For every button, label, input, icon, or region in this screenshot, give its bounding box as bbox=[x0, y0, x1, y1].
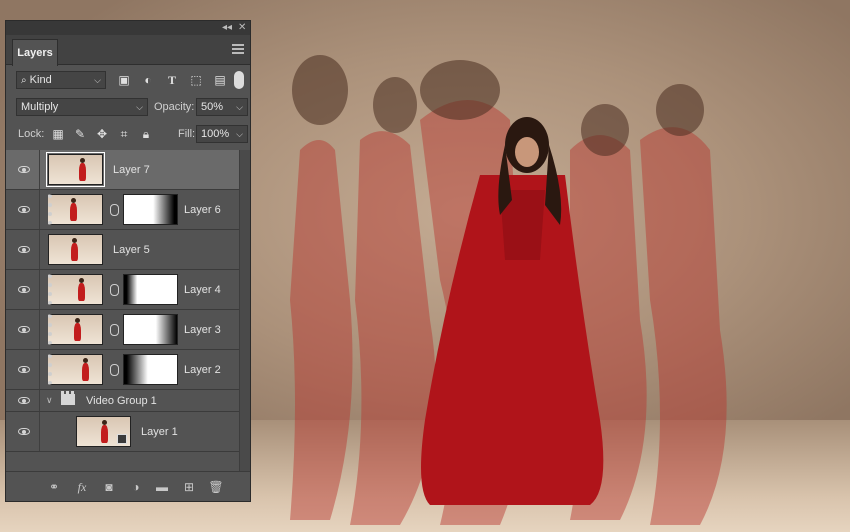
layer-name[interactable]: Layer 5 bbox=[113, 243, 150, 257]
visibility-toggle[interactable] bbox=[6, 230, 40, 269]
lock-all-icon[interactable]: 🔒︎ bbox=[138, 126, 154, 142]
adjustment-filter-icon[interactable]: ◐ bbox=[140, 72, 156, 88]
link-icon[interactable] bbox=[110, 364, 119, 376]
smart-object-filter-icon[interactable]: ▤ bbox=[212, 72, 228, 88]
visibility-toggle[interactable] bbox=[6, 390, 40, 411]
layer-list: Layer 7 Layer 6 Layer 5 Layer 4 Layer 3 … bbox=[6, 150, 241, 452]
visibility-toggle[interactable] bbox=[6, 270, 40, 309]
video-group-row[interactable]: ∨ Video Group 1 bbox=[6, 390, 241, 412]
group-name[interactable]: Video Group 1 bbox=[86, 394, 157, 408]
visibility-toggle[interactable] bbox=[6, 190, 40, 229]
filter-kind-select[interactable]: ⌕ Kind ⌵ bbox=[16, 71, 106, 89]
chevron-down-icon: ⌵ bbox=[236, 129, 243, 139]
layer-name[interactable]: Layer 1 bbox=[141, 425, 178, 439]
eye-icon bbox=[18, 325, 30, 333]
panel-bottom-toolbar: ⚭ fx ◙ ◑ ▬ ⊞ 🗑︎ bbox=[6, 471, 250, 501]
link-icon[interactable] bbox=[110, 204, 119, 216]
layer-name[interactable]: Layer 7 bbox=[113, 163, 150, 177]
layer-name[interactable]: Layer 3 bbox=[184, 323, 221, 337]
eye-icon bbox=[18, 285, 30, 293]
lock-image-brush-icon[interactable]: ✎ bbox=[72, 126, 88, 142]
search-icon: ⌕ bbox=[21, 75, 27, 86]
opacity-value: 50% bbox=[201, 101, 224, 113]
layer-row-7[interactable]: Layer 7 bbox=[6, 150, 241, 190]
visibility-toggle[interactable] bbox=[6, 150, 40, 189]
chevron-down-icon: ⌵ bbox=[94, 75, 101, 85]
lock-position-icon[interactable]: ✥ bbox=[94, 126, 110, 142]
layer-name[interactable]: Layer 4 bbox=[184, 283, 221, 297]
chevron-down-icon: ⌵ bbox=[136, 102, 143, 112]
layer-list-scrollbar[interactable] bbox=[239, 150, 250, 472]
layer-name[interactable]: Layer 6 bbox=[184, 203, 221, 217]
new-group-icon[interactable]: ▬ bbox=[154, 479, 170, 495]
layer-row-3[interactable]: Layer 3 bbox=[6, 310, 241, 350]
opacity-field[interactable]: 50% ⌵ bbox=[196, 98, 248, 116]
layer-row-5[interactable]: Layer 5 bbox=[6, 230, 241, 270]
lock-label: Lock: bbox=[18, 128, 45, 140]
filter-kind-label: Kind bbox=[29, 74, 52, 86]
collapse-panel-icon[interactable]: ◂◂ bbox=[222, 21, 232, 35]
blend-mode-select[interactable]: Multiply ⌵ bbox=[16, 98, 148, 116]
layer-mask-thumbnail[interactable] bbox=[123, 354, 178, 385]
eye-icon bbox=[18, 365, 30, 373]
layer-name[interactable]: Layer 2 bbox=[184, 363, 221, 377]
layer-thumbnail bbox=[76, 416, 131, 447]
layer-mask-thumbnail[interactable] bbox=[123, 274, 178, 305]
close-panel-icon[interactable]: ✕ bbox=[238, 21, 246, 35]
fill-value: 100% bbox=[201, 128, 230, 140]
chevron-down-icon: ⌵ bbox=[236, 102, 243, 112]
fx-icon[interactable]: fx bbox=[74, 479, 90, 495]
eye-icon bbox=[18, 165, 30, 173]
eye-icon bbox=[18, 205, 30, 213]
layer-row-1[interactable]: Layer 1 bbox=[6, 412, 241, 452]
delete-icon[interactable]: 🗑︎ bbox=[208, 479, 224, 495]
lock-artboard-icon[interactable]: ⌗ bbox=[116, 126, 132, 142]
layer-thumbnail bbox=[48, 354, 103, 385]
layer-thumbnail bbox=[48, 194, 103, 225]
link-icon[interactable] bbox=[110, 324, 119, 336]
opacity-label: Opacity: bbox=[154, 101, 195, 113]
link-icon[interactable] bbox=[110, 284, 119, 296]
panel-title-strip: ◂◂ ✕ bbox=[6, 21, 250, 35]
eye-icon bbox=[18, 396, 30, 404]
adjustment-layer-icon[interactable]: ◑ bbox=[128, 479, 144, 495]
layers-panel: ◂◂ ✕ Layers ⌕ Kind ⌵ ▣ ◐ T ⬚ ▤ Multiply … bbox=[5, 20, 251, 502]
video-layer-icon bbox=[117, 434, 127, 444]
lock-transparent-icon[interactable]: ▦ bbox=[50, 126, 66, 142]
visibility-toggle[interactable] bbox=[6, 350, 40, 389]
visibility-toggle[interactable] bbox=[6, 412, 40, 451]
layer-thumbnail bbox=[48, 234, 103, 265]
visibility-toggle[interactable] bbox=[6, 310, 40, 349]
blend-mode-value: Multiply bbox=[21, 101, 59, 113]
panel-tab-bar: Layers bbox=[6, 35, 250, 66]
layer-mask-thumbnail[interactable] bbox=[123, 314, 178, 345]
add-mask-icon[interactable]: ◙ bbox=[101, 479, 117, 495]
fill-field[interactable]: 100% ⌵ bbox=[196, 125, 248, 143]
layer-row-4[interactable]: Layer 4 bbox=[6, 270, 241, 310]
layer-row-6[interactable]: Layer 6 bbox=[6, 190, 241, 230]
pixel-filter-icon[interactable]: ▣ bbox=[116, 72, 132, 88]
layer-mask-thumbnail[interactable] bbox=[123, 194, 178, 225]
fill-label: Fill: bbox=[178, 128, 196, 140]
filter-toggle-switch[interactable] bbox=[234, 71, 244, 89]
link-layers-icon[interactable]: ⚭ bbox=[46, 479, 62, 495]
layer-thumbnail bbox=[48, 274, 103, 305]
video-group-icon bbox=[61, 391, 75, 405]
eye-icon bbox=[18, 427, 30, 435]
layer-thumbnail bbox=[48, 314, 103, 345]
shape-filter-icon[interactable]: ⬚ bbox=[188, 72, 204, 88]
eye-icon bbox=[18, 245, 30, 253]
panel-menu-icon[interactable] bbox=[232, 44, 244, 54]
type-filter-icon[interactable]: T bbox=[164, 72, 180, 88]
new-layer-icon[interactable]: ⊞ bbox=[181, 479, 197, 495]
tab-layers[interactable]: Layers bbox=[12, 39, 58, 66]
chevron-down-icon[interactable]: ∨ bbox=[46, 395, 53, 406]
layer-row-2[interactable]: Layer 2 bbox=[6, 350, 241, 390]
layer-thumbnail bbox=[46, 152, 105, 187]
